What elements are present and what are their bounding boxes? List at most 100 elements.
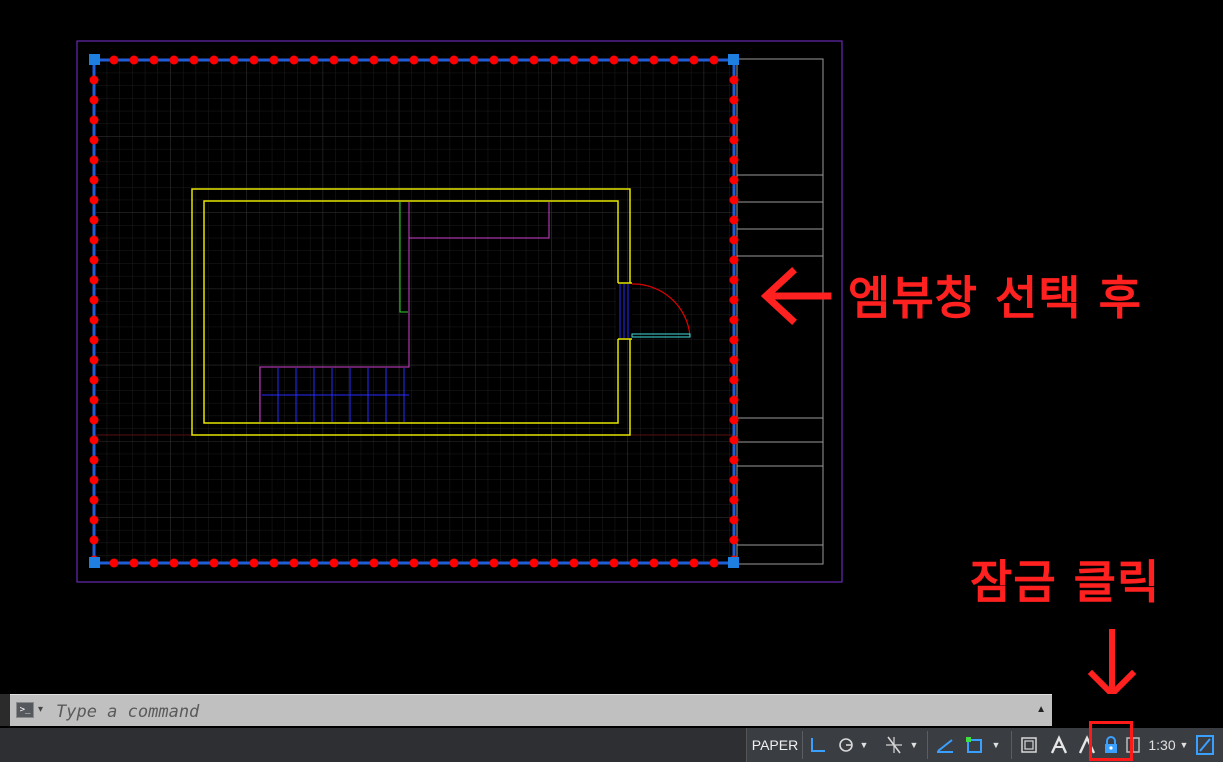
selection-dot xyxy=(89,395,99,405)
ortho-icon[interactable] xyxy=(807,732,829,758)
selection-dot xyxy=(89,235,99,245)
selection-dot xyxy=(89,495,99,505)
dynamic-ucs-icon[interactable] xyxy=(963,732,987,758)
selection-dot xyxy=(89,415,99,425)
selection-dot xyxy=(249,55,259,65)
command-history-toggle-icon[interactable]: ▲ xyxy=(1036,704,1046,715)
viewport-maximize-icon[interactable] xyxy=(1017,732,1041,758)
command-line-grip[interactable] xyxy=(0,694,10,726)
divider xyxy=(1011,731,1012,759)
lock-instruction-label: 잠금 클릭 xyxy=(970,555,1161,609)
selection-dot xyxy=(529,55,539,65)
selection-dot xyxy=(729,455,739,465)
selection-dot xyxy=(549,558,559,568)
selection-dot xyxy=(729,235,739,245)
selection-dot xyxy=(629,55,639,65)
selection-dot xyxy=(329,558,339,568)
selection-dot xyxy=(129,55,139,65)
selection-dot xyxy=(729,435,739,445)
selection-dot xyxy=(429,55,439,65)
selection-dot xyxy=(469,558,479,568)
selection-dot xyxy=(729,415,739,425)
selection-dot xyxy=(149,558,159,568)
selection-dot xyxy=(89,515,99,525)
command-line: >_ ▾ ▲ xyxy=(10,694,1052,726)
selection-dot xyxy=(149,55,159,65)
selection-dot xyxy=(509,558,519,568)
selection-dot xyxy=(289,558,299,568)
selection-dot xyxy=(89,195,99,205)
selection-dot xyxy=(309,55,319,65)
selection-dot xyxy=(729,255,739,265)
isodraft-icon[interactable] xyxy=(933,732,957,758)
selection-dot xyxy=(89,115,99,125)
selection-dot xyxy=(89,455,99,465)
selection-dot xyxy=(189,55,199,65)
annotation-visibility-icon[interactable] xyxy=(1047,732,1071,758)
selection-dot xyxy=(629,558,639,568)
selection-dot xyxy=(729,335,739,345)
selection-dot xyxy=(729,495,739,505)
command-prompt-icon[interactable]: >_ xyxy=(16,702,34,718)
selection-dot xyxy=(729,95,739,105)
selection-dot xyxy=(229,558,239,568)
selection-dot xyxy=(549,55,559,65)
selection-dot xyxy=(729,475,739,485)
paper-space-toggle[interactable]: PAPER xyxy=(751,732,799,758)
selection-dot xyxy=(89,295,99,305)
selection-dot xyxy=(349,55,359,65)
selection-dot xyxy=(589,558,599,568)
selection-dot xyxy=(189,558,199,568)
selection-dot xyxy=(109,55,119,65)
selection-dot xyxy=(589,55,599,65)
chevron-down-icon[interactable]: ▼ xyxy=(991,732,1001,758)
viewport-scale-value[interactable]: 1:30 xyxy=(1147,732,1177,758)
selection-dot xyxy=(729,215,739,225)
selection-dot xyxy=(649,55,659,65)
selection-dot xyxy=(329,55,339,65)
chevron-down-icon[interactable]: ▼ xyxy=(1179,732,1189,758)
selection-dot xyxy=(89,175,99,185)
polar-icon[interactable] xyxy=(835,732,857,758)
quick-properties-icon[interactable] xyxy=(1193,732,1217,758)
selection-dot xyxy=(729,75,739,85)
divider xyxy=(927,731,928,759)
selection-dot xyxy=(89,475,99,485)
selection-dot xyxy=(89,135,99,145)
chevron-down-icon[interactable]: ▾ xyxy=(38,704,43,715)
chevron-down-icon[interactable]: ▼ xyxy=(909,732,919,758)
selection-dot xyxy=(269,55,279,65)
command-input[interactable] xyxy=(54,699,1018,725)
down-arrow-icon xyxy=(1087,629,1137,694)
selection-dot xyxy=(449,558,459,568)
selection-dot xyxy=(389,55,399,65)
selection-dot xyxy=(649,558,659,568)
selection-dot xyxy=(249,558,259,568)
selection-dot xyxy=(349,558,359,568)
selection-dot xyxy=(689,558,699,568)
selection-dot xyxy=(89,435,99,445)
selection-dot xyxy=(729,275,739,285)
selection-dot xyxy=(489,558,499,568)
selection-dot xyxy=(709,558,719,568)
osnap-tracking-icon[interactable] xyxy=(883,732,905,758)
selection-dot xyxy=(389,558,399,568)
divider xyxy=(802,731,803,759)
selection-dot xyxy=(669,558,679,568)
selection-dot xyxy=(169,55,179,65)
selection-dot xyxy=(309,558,319,568)
selection-dot xyxy=(729,175,739,185)
selection-dot xyxy=(429,558,439,568)
selection-dot xyxy=(229,55,239,65)
selection-dot xyxy=(529,558,539,568)
selection-dot xyxy=(469,55,479,65)
viewport-grid xyxy=(94,60,734,563)
left-arrow-icon xyxy=(760,267,832,325)
selection-dot xyxy=(609,558,619,568)
chevron-down-icon[interactable]: ▼ xyxy=(859,732,869,758)
selection-dot xyxy=(729,395,739,405)
selection-dot xyxy=(729,315,739,325)
selection-dot xyxy=(89,155,99,165)
selection-dot xyxy=(509,55,519,65)
status-bar: PAPER ▼ ▼ ▼ 1:30 ▼ xyxy=(0,728,1223,762)
